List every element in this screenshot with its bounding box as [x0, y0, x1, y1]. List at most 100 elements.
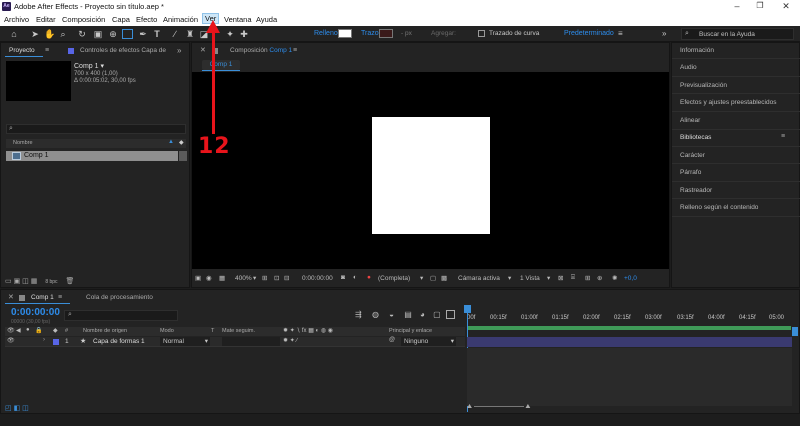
fill-swatch[interactable]	[338, 29, 352, 38]
chevron-down-icon[interactable]: ▾	[100, 63, 104, 70]
pen-tool-icon[interactable]: ✒	[138, 29, 148, 39]
camera-snapshot-icon[interactable]: ◙	[341, 274, 345, 281]
home-icon[interactable]: ⌂	[9, 29, 19, 39]
panel-caracter[interactable]: Carácter	[680, 152, 705, 159]
draft-3d-icon[interactable]: ◍	[372, 310, 379, 319]
rotate-tool-icon[interactable]: ↻	[77, 29, 87, 39]
panel-menu-icon[interactable]: ≡	[58, 294, 62, 301]
column-name[interactable]: Nombre	[13, 140, 33, 146]
frame-blending-icon[interactable]: ▤	[404, 310, 412, 319]
pickwhip-icon[interactable]: @	[389, 337, 395, 343]
pan-behind-tool-icon[interactable]: ⊕	[108, 29, 118, 39]
stroke-swatch[interactable]	[379, 29, 393, 38]
panel-relleno-contenido[interactable]: Relleno según el contenido	[680, 204, 758, 211]
camera-dropdown[interactable]: Cámara activa	[458, 275, 500, 282]
time-ruler[interactable]: 00f 00:15f 01:00f 01:15f 02:00f 02:15f 0…	[467, 310, 792, 336]
views-dropdown[interactable]: 1 Vista	[520, 275, 540, 282]
menu-composicion[interactable]: Composición	[62, 15, 105, 24]
help-search-field[interactable]: ⌕ Buscar en la Ayuda	[681, 28, 794, 40]
chevron-down-icon[interactable]: ▾	[253, 274, 256, 282]
text-tool-icon[interactable]: T	[152, 29, 162, 39]
motion-blur-icon[interactable]: ◕	[420, 310, 425, 319]
layer-switches[interactable]: ✹ ✦ ∕	[283, 337, 297, 344]
stroke-width[interactable]: - px	[401, 30, 412, 37]
menu-capa[interactable]: Capa	[112, 15, 130, 24]
column-t[interactable]: T	[211, 328, 214, 334]
layer-name[interactable]: Capa de formas 1	[93, 338, 145, 345]
layer-label-swatch[interactable]	[53, 339, 59, 345]
panel-audio[interactable]: Audio	[680, 64, 697, 71]
flowchart-icon[interactable]: ⊕	[597, 274, 602, 282]
column-source-name[interactable]: Nombre de origen	[83, 328, 127, 334]
transfer-controls-toggle-icon[interactable]: ◧	[14, 405, 21, 412]
composition-viewport[interactable]	[192, 72, 669, 269]
in-out-toggle-icon[interactable]: ◫	[22, 405, 29, 412]
resolution-dropdown[interactable]: (Completa)	[378, 275, 410, 282]
project-search-input[interactable]: ⌕	[6, 124, 186, 134]
expand-arrow-icon[interactable]: ›	[43, 337, 45, 343]
menu-efecto[interactable]: Efecto	[136, 15, 157, 24]
solo-icon[interactable]: ●	[26, 327, 30, 333]
parent-dropdown[interactable]: Ninguno ▾	[401, 337, 456, 346]
workspace-overflow-icon[interactable]: »	[662, 29, 666, 38]
chevron-down-icon[interactable]: ▾	[420, 274, 423, 282]
comp-name[interactable]: Comp 1 ▾	[74, 62, 104, 70]
panel-menu-icon[interactable]: ≡	[781, 133, 785, 140]
work-area-end-handle[interactable]	[792, 327, 798, 336]
roto-brush-icon[interactable]: ✦	[225, 29, 235, 39]
region-icon[interactable]: ▦	[219, 274, 225, 282]
layer-mode-dropdown[interactable]: Normal ▾	[160, 337, 210, 346]
show-snapshot-icon[interactable]: ◐	[353, 274, 357, 281]
fill-label[interactable]: Relleno	[314, 30, 338, 37]
curve-checkbox[interactable]	[478, 30, 485, 37]
panel-menu-icon[interactable]: ≡	[45, 47, 49, 54]
selection-tool-icon[interactable]: ➤	[30, 29, 40, 39]
visibility-icon[interactable]: 👁	[7, 327, 15, 334]
work-area-toggle[interactable]	[446, 310, 455, 319]
exposure-value[interactable]: +0,0	[624, 275, 637, 282]
close-icon[interactable]: ✕	[776, 1, 796, 12]
new-composition-icon[interactable]: ◫	[22, 278, 29, 285]
label-column-icon[interactable]: ▲	[168, 139, 174, 145]
lock-icon[interactable]: 🔒	[35, 327, 42, 334]
restore-icon[interactable]: ❐	[750, 1, 770, 10]
current-time[interactable]: 0:00:00:00	[302, 275, 333, 282]
always-preview-icon[interactable]: ▣	[195, 274, 201, 282]
panel-previsualizacion[interactable]: Previsualización	[680, 82, 727, 89]
brush-tool-icon[interactable]: ∕	[170, 29, 180, 39]
guides-icon[interactable]: ⊡	[274, 274, 279, 282]
menu-animacion[interactable]: Animación	[163, 15, 198, 24]
label-column-icon[interactable]: ◆	[53, 327, 58, 334]
clone-stamp-icon[interactable]: ♜	[185, 29, 195, 39]
camera-tool-icon[interactable]: ▣	[93, 29, 103, 39]
layer-duration-bar[interactable]	[467, 337, 792, 347]
tab-effect-controls[interactable]: Controles de efectos Capa de	[80, 47, 166, 54]
menu-editar[interactable]: Editar	[36, 15, 56, 24]
rectangle-tool-icon[interactable]	[122, 29, 133, 39]
track-matte-field[interactable]	[222, 337, 280, 346]
close-tab-icon[interactable]: ✕	[200, 46, 206, 54]
panel-efectos-ajustes[interactable]: Efectos y ajustes preestablecidos	[680, 99, 776, 106]
column-track-matte[interactable]: Mate seguim.	[222, 328, 255, 334]
comp-breadcrumb[interactable]: Comp 1	[202, 60, 240, 70]
interpret-footage-icon[interactable]: ▭	[5, 278, 12, 285]
color-channel-icon[interactable]: ●	[367, 274, 371, 281]
graph-editor-icon[interactable]: ▢	[433, 310, 441, 319]
menu-ventana[interactable]: Ventana	[224, 15, 252, 24]
panel-parrafo[interactable]: Párrafo	[680, 169, 701, 176]
puppet-tool-icon[interactable]: ✚	[239, 29, 249, 39]
eye-icon[interactable]: 👁	[7, 337, 15, 344]
timeline-current-time[interactable]: 0:00:00:00	[11, 307, 60, 318]
switches-column[interactable]: ✹ ✦ ∖ fx ▦ ◐ ◍ ◉	[283, 327, 333, 334]
pixel-aspect-icon[interactable]: ⊠	[558, 274, 563, 282]
tab-render-queue[interactable]: Cola de procesamiento	[86, 294, 153, 301]
column-parent[interactable]: Principal y enlace	[389, 328, 432, 334]
zoom-dropdown[interactable]: 400%	[235, 275, 252, 282]
fast-preview-icon[interactable]: ⌸	[571, 274, 575, 282]
region-of-interest-icon[interactable]: ▢	[430, 274, 436, 282]
chevron-down-icon[interactable]: ▾	[508, 274, 511, 282]
transparency-grid-icon[interactable]: ▩	[441, 274, 447, 282]
safe-margins-icon[interactable]: ⊟	[284, 274, 289, 282]
panel-informacion[interactable]: Información	[680, 47, 714, 54]
zoom-in-icon[interactable]: ⛰	[525, 404, 530, 410]
